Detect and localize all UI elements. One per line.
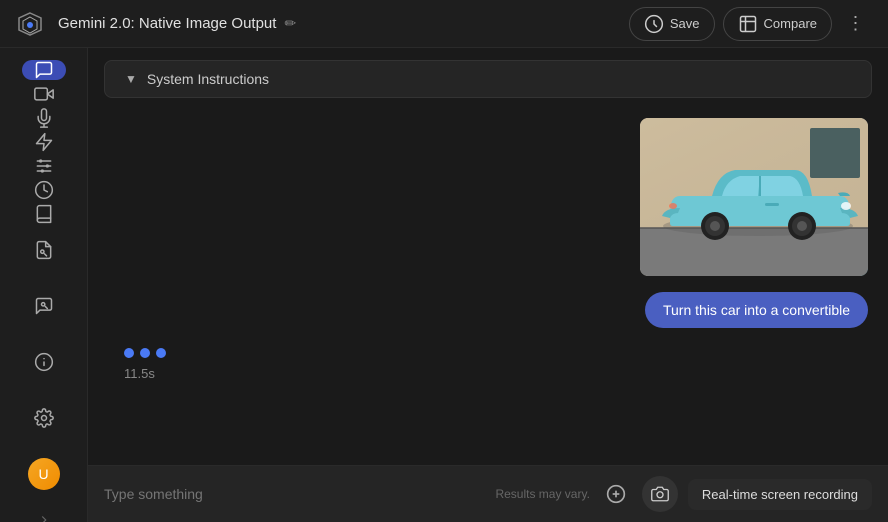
user-message-text: Turn this car into a convertible: [645, 292, 868, 328]
settings-icon: [34, 408, 54, 428]
main-layout: U ▼ System Instructions: [0, 48, 888, 522]
results-label: Results may vary.: [495, 487, 589, 501]
sidebar-item-settings[interactable]: [22, 396, 66, 440]
avatar[interactable]: U: [22, 452, 66, 496]
compare-label: Compare: [764, 16, 817, 31]
sidebar-item-video[interactable]: [22, 84, 66, 104]
sidebar-item-chat[interactable]: [22, 60, 66, 80]
loading-dots: [124, 348, 166, 358]
more-options-button[interactable]: ⋮: [840, 8, 872, 40]
sidebar-collapse-arrow[interactable]: [22, 508, 66, 522]
message-search-icon: [34, 296, 54, 316]
sidebar-item-info[interactable]: [22, 340, 66, 384]
user-message-bubble: Turn this car into a convertible: [108, 292, 868, 328]
camera-button[interactable]: [642, 476, 678, 512]
sidebar-item-bolt[interactable]: [22, 132, 66, 152]
chat-icon: [34, 60, 54, 80]
input-bar: Results may vary. Real-time screen recor…: [88, 465, 888, 522]
save-icon: [644, 14, 664, 34]
content-area: ▼ System Instructions: [88, 48, 888, 522]
camera-icon: [651, 485, 669, 503]
compare-icon: [738, 14, 758, 34]
save-button[interactable]: Save: [629, 7, 715, 41]
topbar-actions: Save Compare ⋮: [629, 7, 872, 41]
car-image-container: [108, 118, 868, 276]
system-instructions-label: System Instructions: [147, 71, 269, 87]
system-instructions-bar[interactable]: ▼ System Instructions: [104, 60, 872, 98]
car-illustration: [640, 118, 868, 276]
video-icon: [34, 84, 54, 104]
doc-search-icon: [34, 240, 54, 260]
tune-icon: [34, 156, 54, 176]
sidebar-item-message-search[interactable]: [22, 284, 66, 328]
app-logo: [16, 10, 44, 38]
sidebar-item-clock[interactable]: [22, 180, 66, 200]
page-title: Gemini 2.0: Native Image Output ✏: [58, 15, 629, 32]
compare-button[interactable]: Compare: [723, 7, 832, 41]
sidebar-item-mic[interactable]: [22, 108, 66, 128]
sidebar: U: [0, 48, 88, 522]
loading-timer: 11.5s: [124, 366, 155, 381]
book-icon: [34, 204, 54, 224]
system-instructions-chevron: ▼: [125, 72, 137, 86]
mic-icon: [34, 108, 54, 128]
sidebar-bottom: U: [22, 228, 66, 522]
sidebar-item-book[interactable]: [22, 204, 66, 224]
topbar: Gemini 2.0: Native Image Output ✏ Save C…: [0, 0, 888, 48]
chat-area: Turn this car into a convertible 11.5s: [88, 98, 888, 465]
clock-icon: [34, 180, 54, 200]
ai-loading-indicator: 11.5s: [108, 348, 868, 381]
dot-2: [140, 348, 150, 358]
car-image: [640, 118, 868, 276]
dot-1: [124, 348, 134, 358]
sidebar-item-doc-search[interactable]: [22, 228, 66, 272]
message-input[interactable]: [104, 486, 485, 502]
edit-icon[interactable]: ✏: [284, 15, 296, 32]
save-label: Save: [670, 16, 700, 31]
info-icon: [34, 352, 54, 372]
bolt-icon: [34, 132, 54, 152]
plus-circle-icon: [606, 484, 626, 504]
sidebar-item-tune[interactable]: [22, 156, 66, 176]
title-text: Gemini 2.0: Native Image Output: [58, 15, 276, 32]
add-content-button[interactable]: [600, 478, 632, 510]
dot-3: [156, 348, 166, 358]
recording-badge: Real-time screen recording: [688, 479, 872, 510]
